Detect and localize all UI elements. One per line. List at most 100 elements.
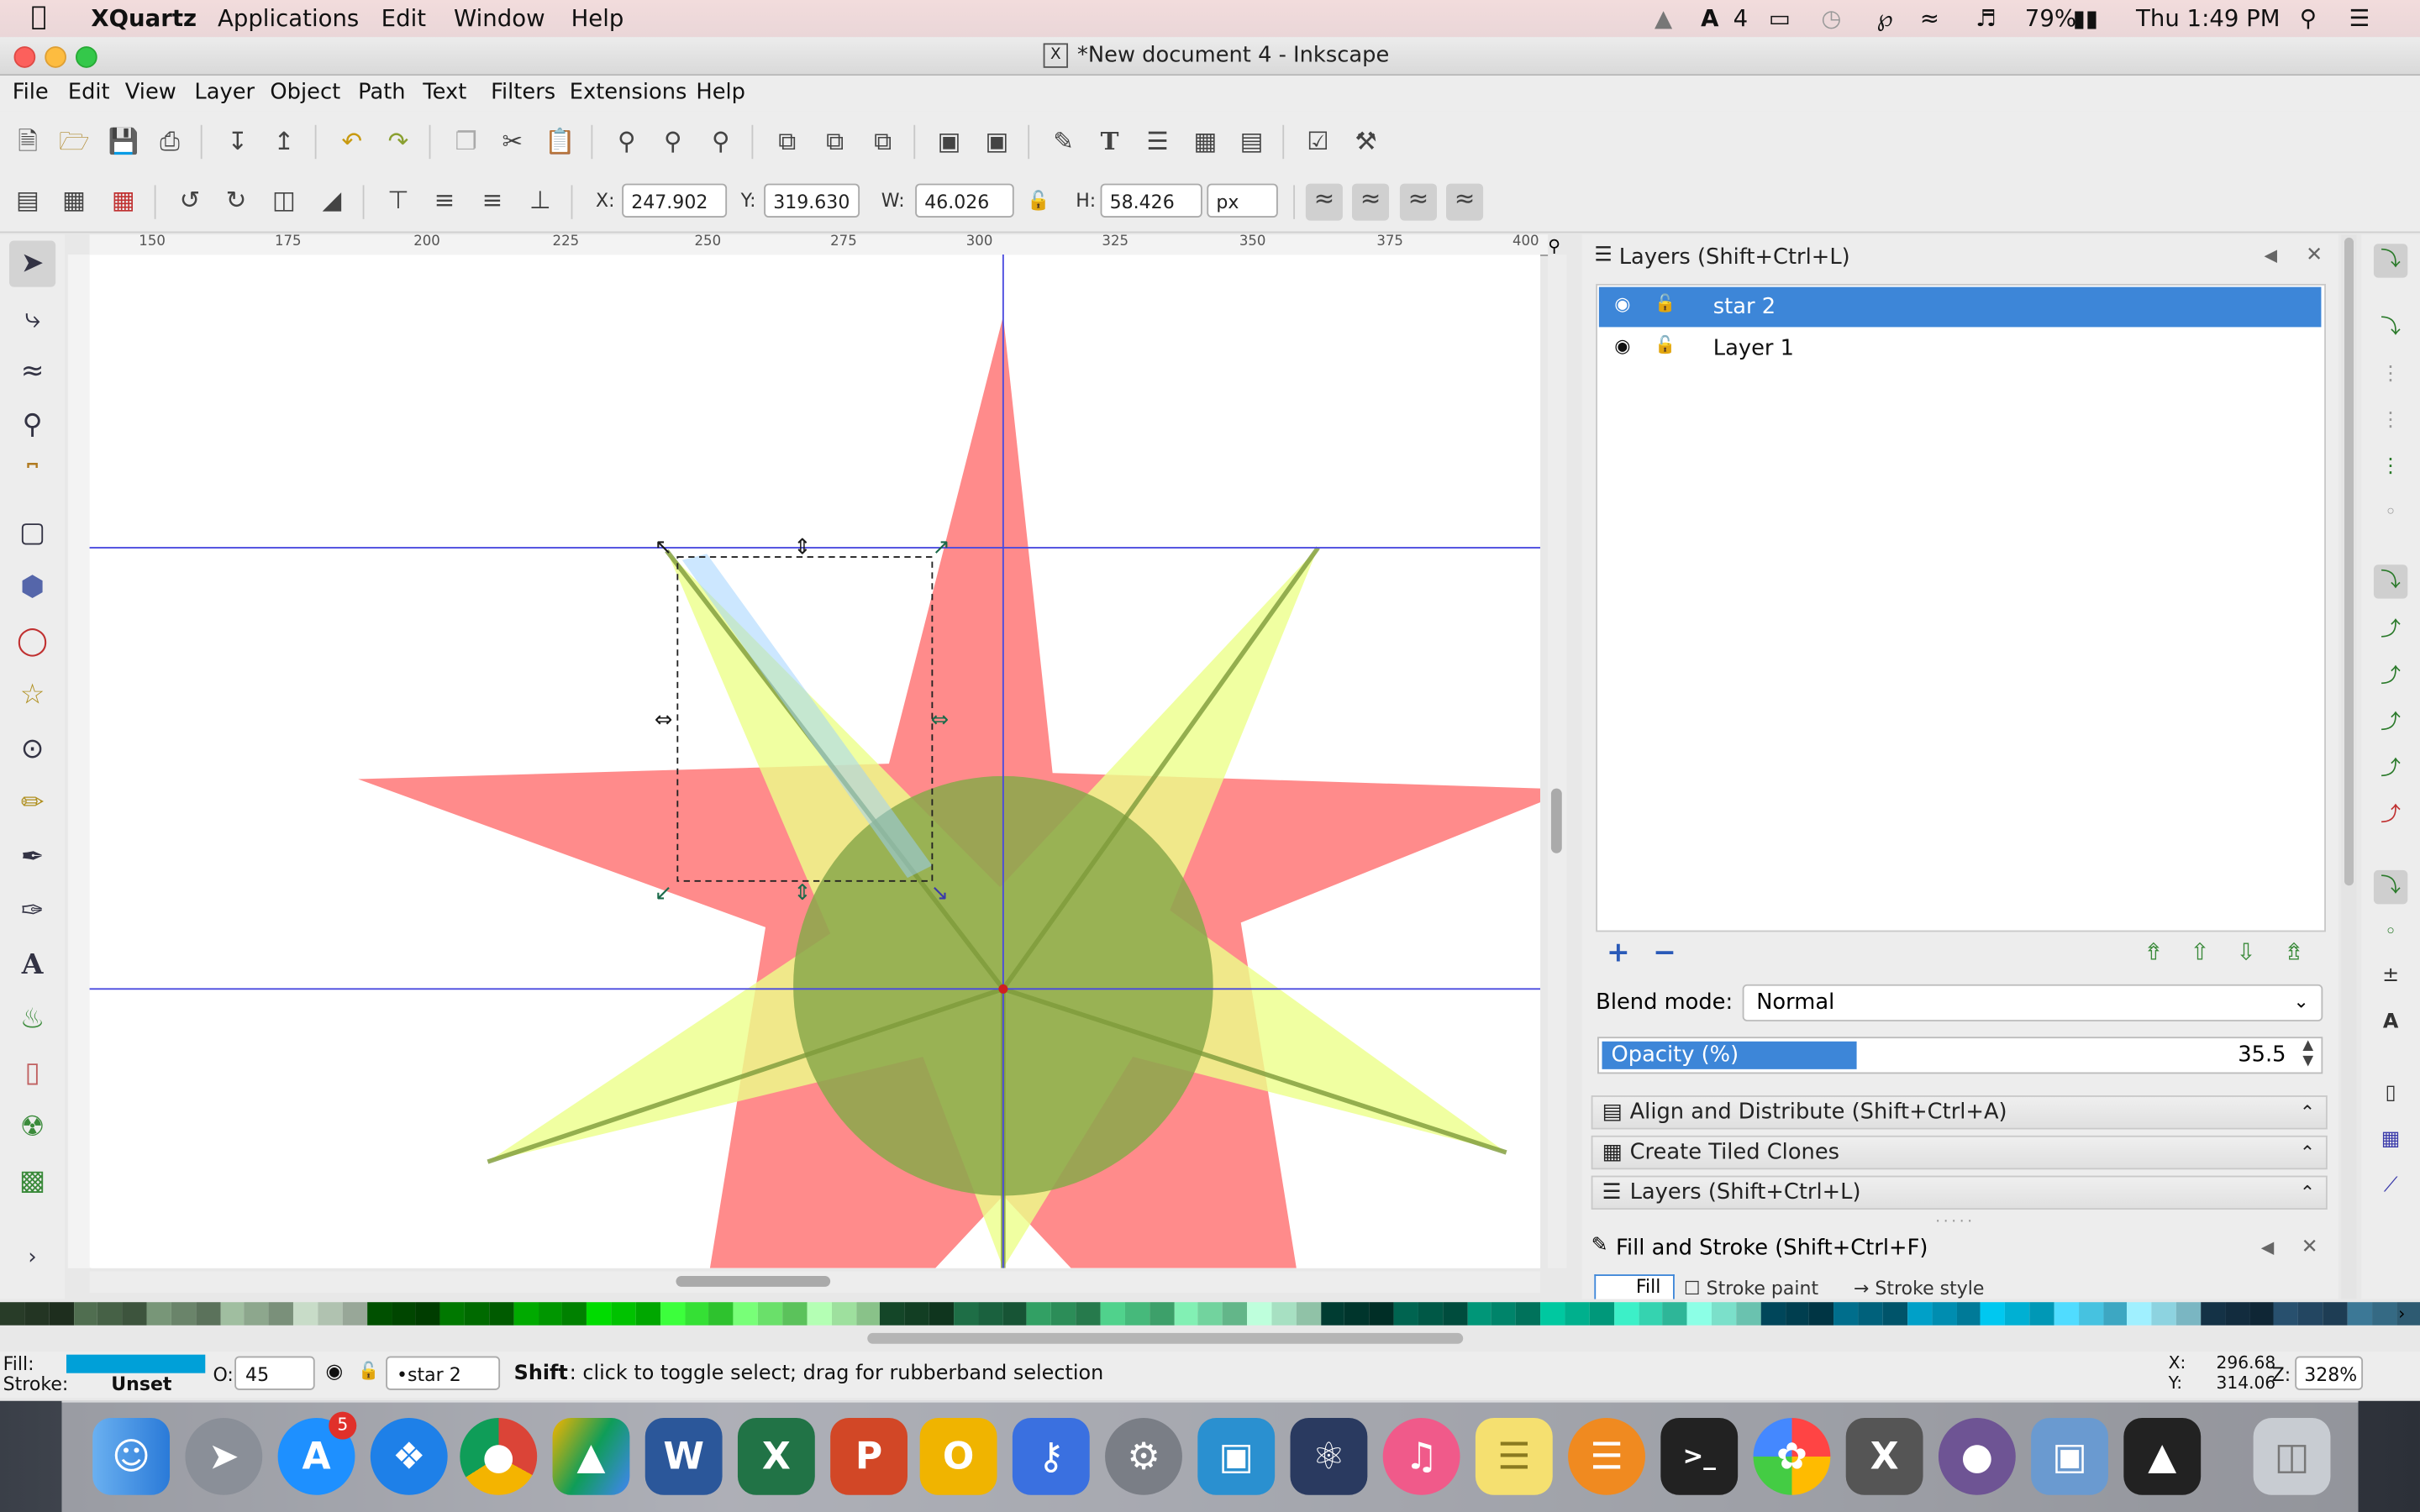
- spiral-tool-icon[interactable]: ⊙: [13, 730, 53, 770]
- snap-bbox-corner-icon[interactable]: ⋮: [2374, 404, 2407, 438]
- snap-enable-icon[interactable]: ⤵: [2373, 244, 2408, 278]
- snap-path-icon[interactable]: ⤴: [2374, 614, 2407, 648]
- opacity-field[interactable]: 45: [234, 1356, 315, 1390]
- xml-editor-icon[interactable]: ▦: [1190, 127, 1221, 158]
- snap-bbox-midpoint-icon[interactable]: ⋮: [2374, 450, 2407, 484]
- terminal-icon[interactable]: >_: [1660, 1417, 1739, 1495]
- palette-swatch[interactable]: [1197, 1302, 1223, 1326]
- layer-lock-icon[interactable]: 🔓: [358, 1361, 379, 1381]
- select-all-icon[interactable]: ▤: [13, 185, 44, 216]
- layer-to-top-icon[interactable]: ⇮: [2144, 938, 2163, 966]
- raise-icon[interactable]: ≡: [429, 185, 460, 216]
- chrome-icon[interactable]: ●: [460, 1417, 538, 1495]
- lock-icon[interactable]: 🔓: [1655, 335, 1676, 355]
- palette-swatch[interactable]: [1516, 1302, 1541, 1326]
- excel-icon[interactable]: X: [737, 1417, 815, 1495]
- layers-collapsed-panel-header[interactable]: ☰ Layers (Shift+Ctrl+L) ⌃: [1591, 1175, 2328, 1210]
- selector-tool-icon[interactable]: ➤: [9, 240, 56, 287]
- flip-horizontal-icon[interactable]: ◫: [269, 185, 300, 216]
- palette-swatch[interactable]: [219, 1302, 245, 1326]
- layers-icon[interactable]: ☰: [1142, 127, 1173, 158]
- menu-file[interactable]: File: [13, 81, 49, 105]
- menu-help[interactable]: Help: [571, 5, 624, 33]
- unlink-clone-icon[interactable]: ⧉: [867, 127, 898, 158]
- palette-swatch[interactable]: [1320, 1302, 1345, 1326]
- redo-icon[interactable]: ↷: [383, 127, 414, 158]
- snap-bbox-edge-icon[interactable]: ⋮: [2374, 358, 2407, 391]
- palette-swatch[interactable]: [1076, 1302, 1101, 1326]
- airplay-icon[interactable]: ▭: [1769, 5, 1791, 33]
- unit-select[interactable]: px: [1207, 183, 1278, 218]
- zoom-corner-icon[interactable]: ⚲: [1548, 236, 1560, 256]
- visibility-eye-icon[interactable]: ◉: [1614, 335, 1630, 357]
- menu-help[interactable]: Help: [696, 81, 745, 105]
- save-icon[interactable]: 💾: [108, 127, 139, 158]
- panel-resize-grip[interactable]: .....: [1935, 1210, 1975, 1226]
- layer-lower-icon[interactable]: ⇩: [2236, 938, 2255, 966]
- eraser-tool-icon[interactable]: ▯: [13, 1053, 53, 1094]
- palette-swatch[interactable]: [415, 1302, 440, 1326]
- palette-swatch[interactable]: [1589, 1302, 1614, 1326]
- tiled-clones-panel-header[interactable]: ▦ Create Tiled Clones ⌃: [1591, 1135, 2328, 1170]
- battery-icon[interactable]: ▮▮: [2073, 5, 2098, 33]
- palette-swatch[interactable]: [562, 1302, 587, 1326]
- zoom-field[interactable]: 328%: [2295, 1356, 2364, 1390]
- fill-stroke-icon[interactable]: ✎: [1048, 127, 1079, 158]
- stroke-value[interactable]: Unset: [111, 1373, 171, 1395]
- menu-path[interactable]: Path: [358, 81, 406, 105]
- palette-swatch[interactable]: [171, 1302, 196, 1326]
- inkscape-icon[interactable]: ▲: [2123, 1417, 2202, 1495]
- palette-swatch[interactable]: [489, 1302, 514, 1326]
- palette-swatch[interactable]: [2175, 1302, 2202, 1326]
- palette-swatch[interactable]: [73, 1302, 98, 1326]
- palette-swatch[interactable]: [734, 1302, 759, 1326]
- palette-swatch[interactable]: [1124, 1302, 1150, 1326]
- palette-swatch[interactable]: [269, 1302, 294, 1326]
- duplicate-icon[interactable]: ⧉: [771, 127, 802, 158]
- menu-edit[interactable]: Edit: [381, 5, 426, 33]
- palette-swatch[interactable]: [587, 1302, 612, 1326]
- palette-swatch[interactable]: [1344, 1302, 1370, 1326]
- zoom-window-button[interactable]: [75, 46, 97, 68]
- star-tool-icon[interactable]: ☆: [13, 675, 53, 716]
- menu-object[interactable]: Object: [270, 81, 340, 105]
- palette-swatch[interactable]: [978, 1302, 1003, 1326]
- snap-bbox-center-icon[interactable]: ◦: [2374, 496, 2407, 530]
- tab-stroke-style[interactable]: → Stroke style: [1854, 1278, 2018, 1299]
- palette-swatch[interactable]: [1149, 1302, 1174, 1326]
- palette-swatch[interactable]: [24, 1302, 50, 1326]
- transform-patterns-icon[interactable]: ≈: [1446, 183, 1484, 221]
- palette-swatch[interactable]: [1981, 1302, 2006, 1326]
- app-menu-xquartz[interactable]: XQuartz: [91, 5, 197, 33]
- palette-swatch[interactable]: [880, 1302, 905, 1326]
- time-machine-icon[interactable]: ◷: [1821, 5, 1841, 33]
- palette-swatch[interactable]: [513, 1302, 539, 1326]
- palette-swatch[interactable]: [2102, 1302, 2128, 1326]
- apple-menu-icon[interactable]: : [31, 2, 47, 33]
- itunes-icon[interactable]: ♫: [1382, 1417, 1460, 1495]
- panel-iconify-icon[interactable]: ◀: [2261, 1237, 2275, 1257]
- fill-swatch[interactable]: [66, 1354, 206, 1373]
- scale-corners-icon[interactable]: ≈: [1351, 183, 1390, 221]
- palette-swatch[interactable]: [855, 1302, 881, 1326]
- snap-nodes-icon[interactable]: ⤵: [2373, 564, 2408, 599]
- remove-layer-icon[interactable]: −: [1653, 937, 1676, 969]
- close-window-button[interactable]: [13, 46, 36, 68]
- rotate-ccw-icon[interactable]: ↺: [175, 185, 206, 216]
- menu-extensions[interactable]: Extensions: [570, 81, 687, 105]
- undo-icon[interactable]: ↶: [336, 127, 367, 158]
- spotlight-icon[interactable]: ⚲: [2300, 5, 2317, 33]
- zoom-drawing-icon[interactable]: ⚲: [657, 127, 688, 158]
- preferences-icon[interactable]: ⚒: [1350, 127, 1381, 158]
- menu-view[interactable]: View: [125, 81, 176, 105]
- palette-swatch[interactable]: [684, 1302, 709, 1326]
- palette-swatch[interactable]: [122, 1302, 147, 1326]
- palette-swatch[interactable]: [758, 1302, 783, 1326]
- palette-swatch[interactable]: [1833, 1302, 1859, 1326]
- palette-swatch[interactable]: [904, 1302, 929, 1326]
- paste-icon[interactable]: 📋: [544, 127, 576, 158]
- drive-status-icon[interactable]: ▲: [1655, 5, 1672, 33]
- palette-swatch[interactable]: [2151, 1302, 2176, 1326]
- clone-icon[interactable]: ⧉: [819, 127, 850, 158]
- word-icon[interactable]: W: [644, 1417, 723, 1495]
